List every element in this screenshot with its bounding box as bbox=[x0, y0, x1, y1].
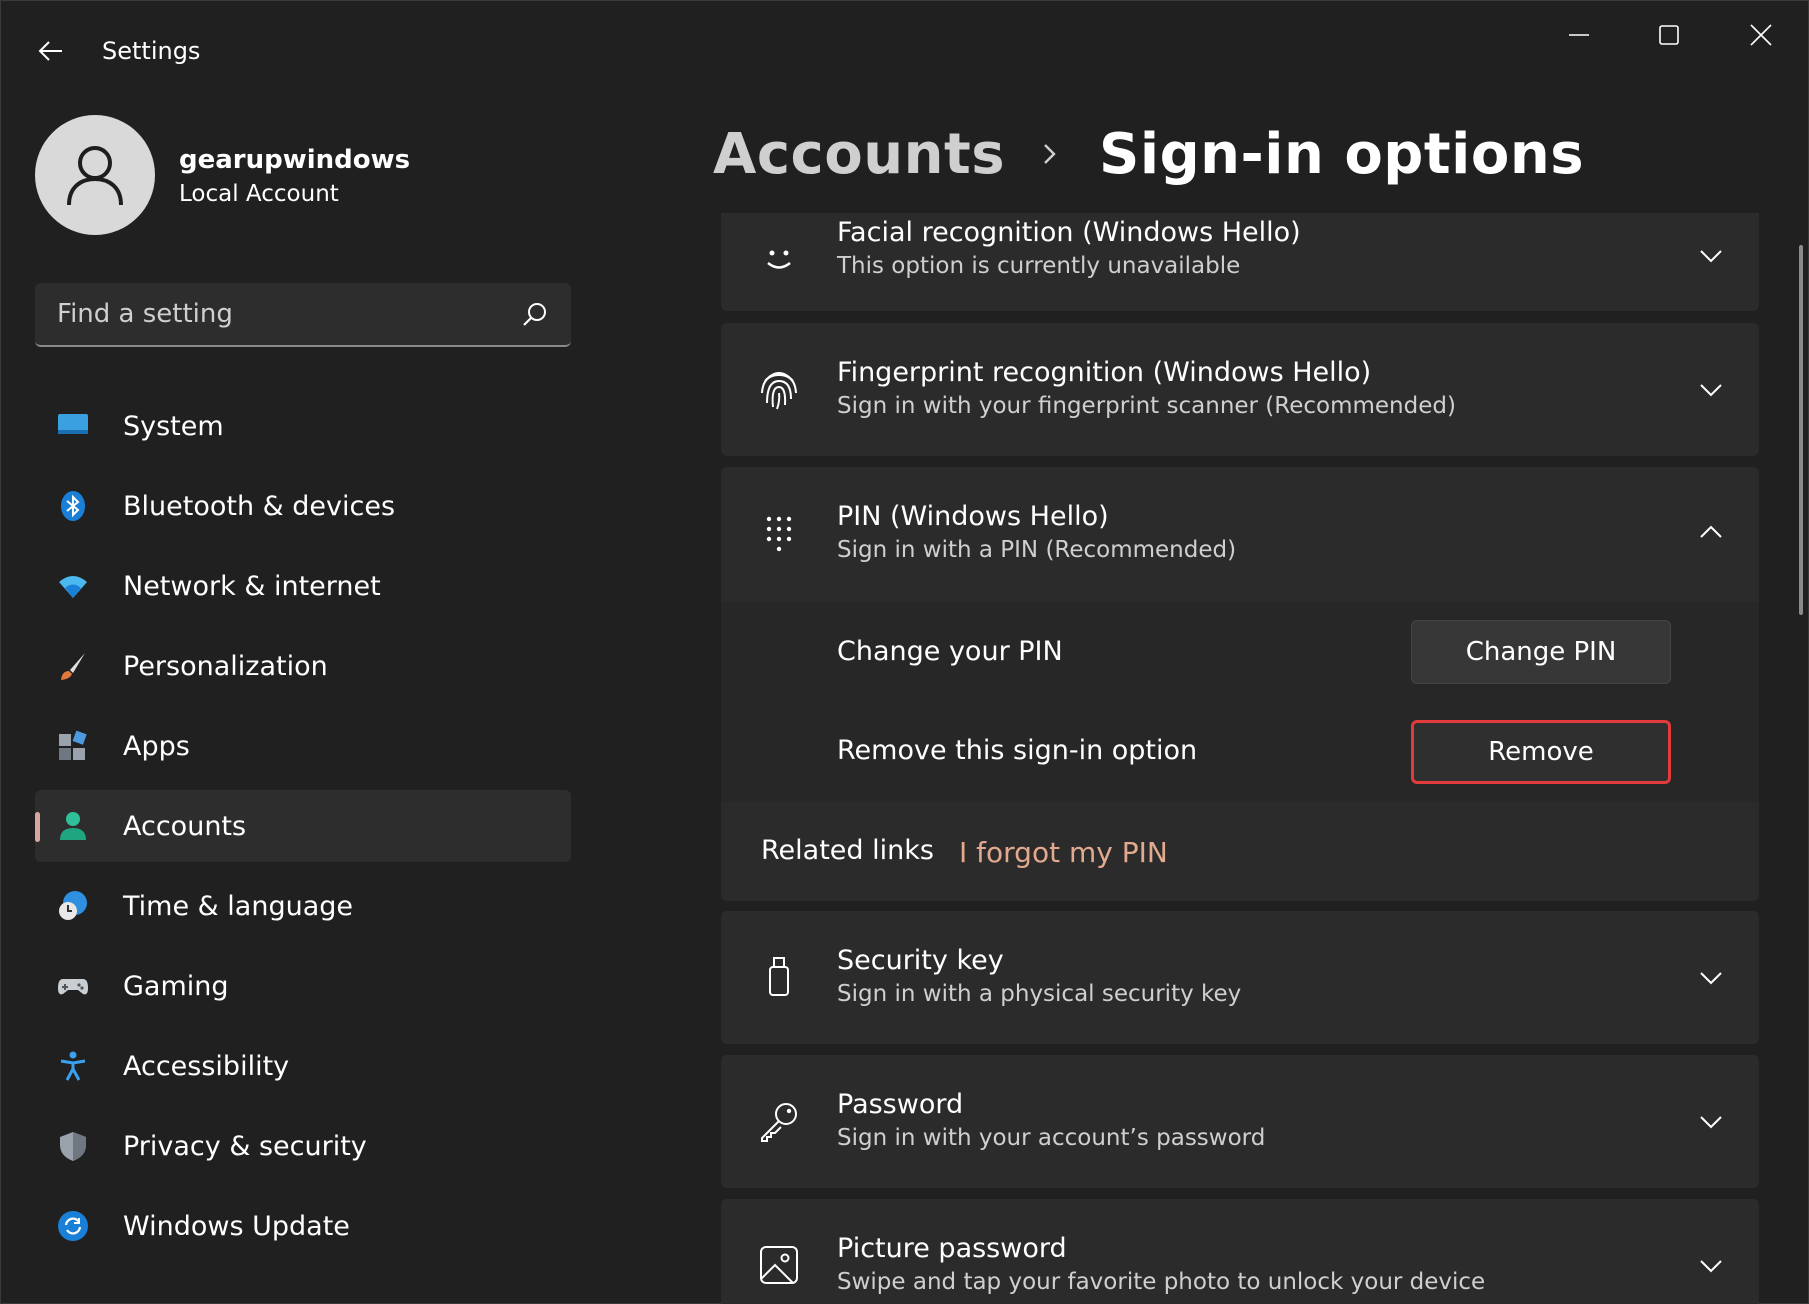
close-button[interactable] bbox=[1725, 9, 1797, 61]
related-links-label: Related links bbox=[761, 835, 934, 866]
sidebar-item-label: Time & language bbox=[123, 890, 354, 922]
security-key-card[interactable]: Security key Sign in with a physical sec… bbox=[721, 911, 1759, 1044]
change-pin-label: Change your PIN bbox=[837, 636, 1063, 667]
minimize-icon bbox=[1569, 34, 1589, 36]
key-icon bbox=[761, 1103, 797, 1142]
forgot-pin-link[interactable]: I forgot my PIN bbox=[959, 836, 1168, 869]
usb-key-icon bbox=[769, 957, 789, 996]
sidebar-item-privacy-security[interactable]: Privacy & security bbox=[35, 1110, 571, 1182]
sidebar-item-label: Accounts bbox=[123, 810, 247, 842]
shield-icon bbox=[60, 1132, 86, 1161]
remove-button[interactable]: Remove bbox=[1411, 720, 1671, 784]
sidebar-item-label: Network & internet bbox=[123, 570, 381, 602]
page-title: Sign-in options bbox=[1099, 121, 1585, 187]
scrollbar[interactable] bbox=[1799, 245, 1803, 615]
option-title: Password bbox=[837, 1089, 964, 1120]
option-description: Swipe and tap your favorite photo to unl… bbox=[837, 1269, 1486, 1295]
app-title: Settings bbox=[102, 37, 201, 65]
system-icon bbox=[58, 414, 88, 434]
close-icon bbox=[1750, 24, 1772, 46]
accounts-icon bbox=[60, 812, 86, 840]
option-title: Fingerprint recognition (Windows Hello) bbox=[837, 357, 1372, 388]
related-links-row: Related links I forgot my PIN bbox=[721, 803, 1759, 901]
time-language-icon bbox=[59, 891, 87, 920]
search-input[interactable] bbox=[57, 283, 497, 345]
wifi-icon bbox=[59, 576, 87, 598]
change-pin-row: Change your PIN Change PIN bbox=[721, 602, 1759, 702]
minimize-button[interactable] bbox=[1543, 9, 1615, 61]
account-type: Local Account bbox=[179, 181, 339, 207]
search-box[interactable] bbox=[35, 283, 571, 347]
sidebar-item-accounts[interactable]: Accounts bbox=[35, 790, 571, 862]
sidebar-item-time-language[interactable]: Time & language bbox=[35, 870, 571, 942]
sidebar-item-apps[interactable]: Apps bbox=[35, 710, 571, 782]
user-icon bbox=[67, 146, 123, 206]
picture-icon bbox=[760, 1246, 798, 1284]
fingerprint-icon bbox=[761, 372, 797, 410]
face-icon bbox=[767, 250, 791, 269]
sidebar-item-label: Accessibility bbox=[123, 1050, 290, 1082]
keypad-icon bbox=[766, 516, 792, 552]
sidebar-item-label: Privacy & security bbox=[123, 1130, 367, 1162]
sign-in-options-list: Facial recognition (Windows Hello) This … bbox=[721, 213, 1759, 1304]
chevron-right-icon bbox=[1044, 144, 1056, 164]
sidebar-item-label: Personalization bbox=[123, 650, 328, 682]
option-title: PIN (Windows Hello) bbox=[837, 501, 1109, 532]
back-button[interactable] bbox=[29, 29, 73, 73]
option-title: Facial recognition (Windows Hello) bbox=[837, 217, 1301, 248]
update-icon bbox=[58, 1211, 88, 1241]
sidebar-nav: System Bluetooth & devices Network & int… bbox=[35, 390, 571, 1270]
option-description: This option is currently unavailable bbox=[837, 253, 1241, 279]
back-arrow-icon bbox=[38, 41, 62, 61]
avatar[interactable] bbox=[35, 115, 155, 235]
sidebar-item-network[interactable]: Network & internet bbox=[35, 550, 571, 622]
chevron-down-icon[interactable] bbox=[1697, 375, 1725, 403]
option-title: Security key bbox=[837, 945, 1004, 976]
fingerprint-recognition-card[interactable]: Fingerprint recognition (Windows Hello) … bbox=[721, 323, 1759, 456]
option-description: Sign in with your account’s password bbox=[837, 1125, 1266, 1151]
pin-header[interactable]: PIN (Windows Hello) Sign in with a PIN (… bbox=[721, 467, 1759, 601]
sidebar-item-windows-update[interactable]: Windows Update bbox=[35, 1190, 571, 1262]
brush-icon bbox=[61, 653, 85, 680]
accessibility-icon bbox=[60, 1051, 86, 1081]
apps-icon bbox=[59, 730, 87, 760]
breadcrumb-parent[interactable]: Accounts bbox=[713, 122, 1005, 187]
chevron-down-icon[interactable] bbox=[1697, 241, 1725, 269]
bluetooth-icon bbox=[61, 491, 85, 521]
maximize-button[interactable] bbox=[1633, 9, 1705, 61]
option-title: Picture password bbox=[837, 1233, 1067, 1264]
sidebar-item-personalization[interactable]: Personalization bbox=[35, 630, 571, 702]
change-pin-button[interactable]: Change PIN bbox=[1411, 620, 1671, 684]
gamepad-icon bbox=[58, 979, 88, 995]
sidebar-item-label: Gaming bbox=[123, 970, 229, 1002]
search-icon[interactable] bbox=[521, 301, 549, 329]
title-bar: Settings bbox=[1, 1, 1808, 101]
chevron-down-icon[interactable] bbox=[1697, 1107, 1725, 1135]
sidebar-item-accessibility[interactable]: Accessibility bbox=[35, 1030, 571, 1102]
option-description: Sign in with a physical security key bbox=[837, 981, 1242, 1007]
chevron-up-icon[interactable] bbox=[1697, 519, 1725, 547]
remove-pin-label: Remove this sign-in option bbox=[837, 735, 1198, 766]
sidebar-item-system[interactable]: System bbox=[35, 390, 571, 462]
chevron-down-icon[interactable] bbox=[1697, 1251, 1725, 1279]
sidebar-item-label: System bbox=[123, 410, 224, 442]
sidebar-item-label: Bluetooth & devices bbox=[123, 490, 396, 522]
sidebar-item-label: Windows Update bbox=[123, 1210, 350, 1242]
option-description: Sign in with a PIN (Recommended) bbox=[837, 537, 1237, 563]
sidebar-item-gaming[interactable]: Gaming bbox=[35, 950, 571, 1022]
password-card[interactable]: Password Sign in with your account’s pas… bbox=[721, 1055, 1759, 1188]
sidebar-item-label: Apps bbox=[123, 730, 190, 762]
breadcrumb: Accounts Sign-in options bbox=[713, 119, 1584, 189]
maximize-icon bbox=[1659, 25, 1679, 45]
settings-window: Settings gearupwindows Local Account Fin… bbox=[0, 0, 1809, 1304]
remove-pin-row: Remove this sign-in option Remove bbox=[721, 702, 1759, 802]
user-name: gearupwindows bbox=[179, 145, 411, 175]
picture-password-card[interactable]: Picture password Swipe and tap your favo… bbox=[721, 1199, 1759, 1304]
option-description: Sign in with your fingerprint scanner (R… bbox=[837, 393, 1456, 419]
pin-card: PIN (Windows Hello) Sign in with a PIN (… bbox=[721, 467, 1759, 901]
sidebar-item-bluetooth[interactable]: Bluetooth & devices bbox=[35, 470, 571, 542]
facial-recognition-card[interactable]: Facial recognition (Windows Hello) This … bbox=[721, 213, 1759, 311]
chevron-down-icon[interactable] bbox=[1697, 963, 1725, 991]
